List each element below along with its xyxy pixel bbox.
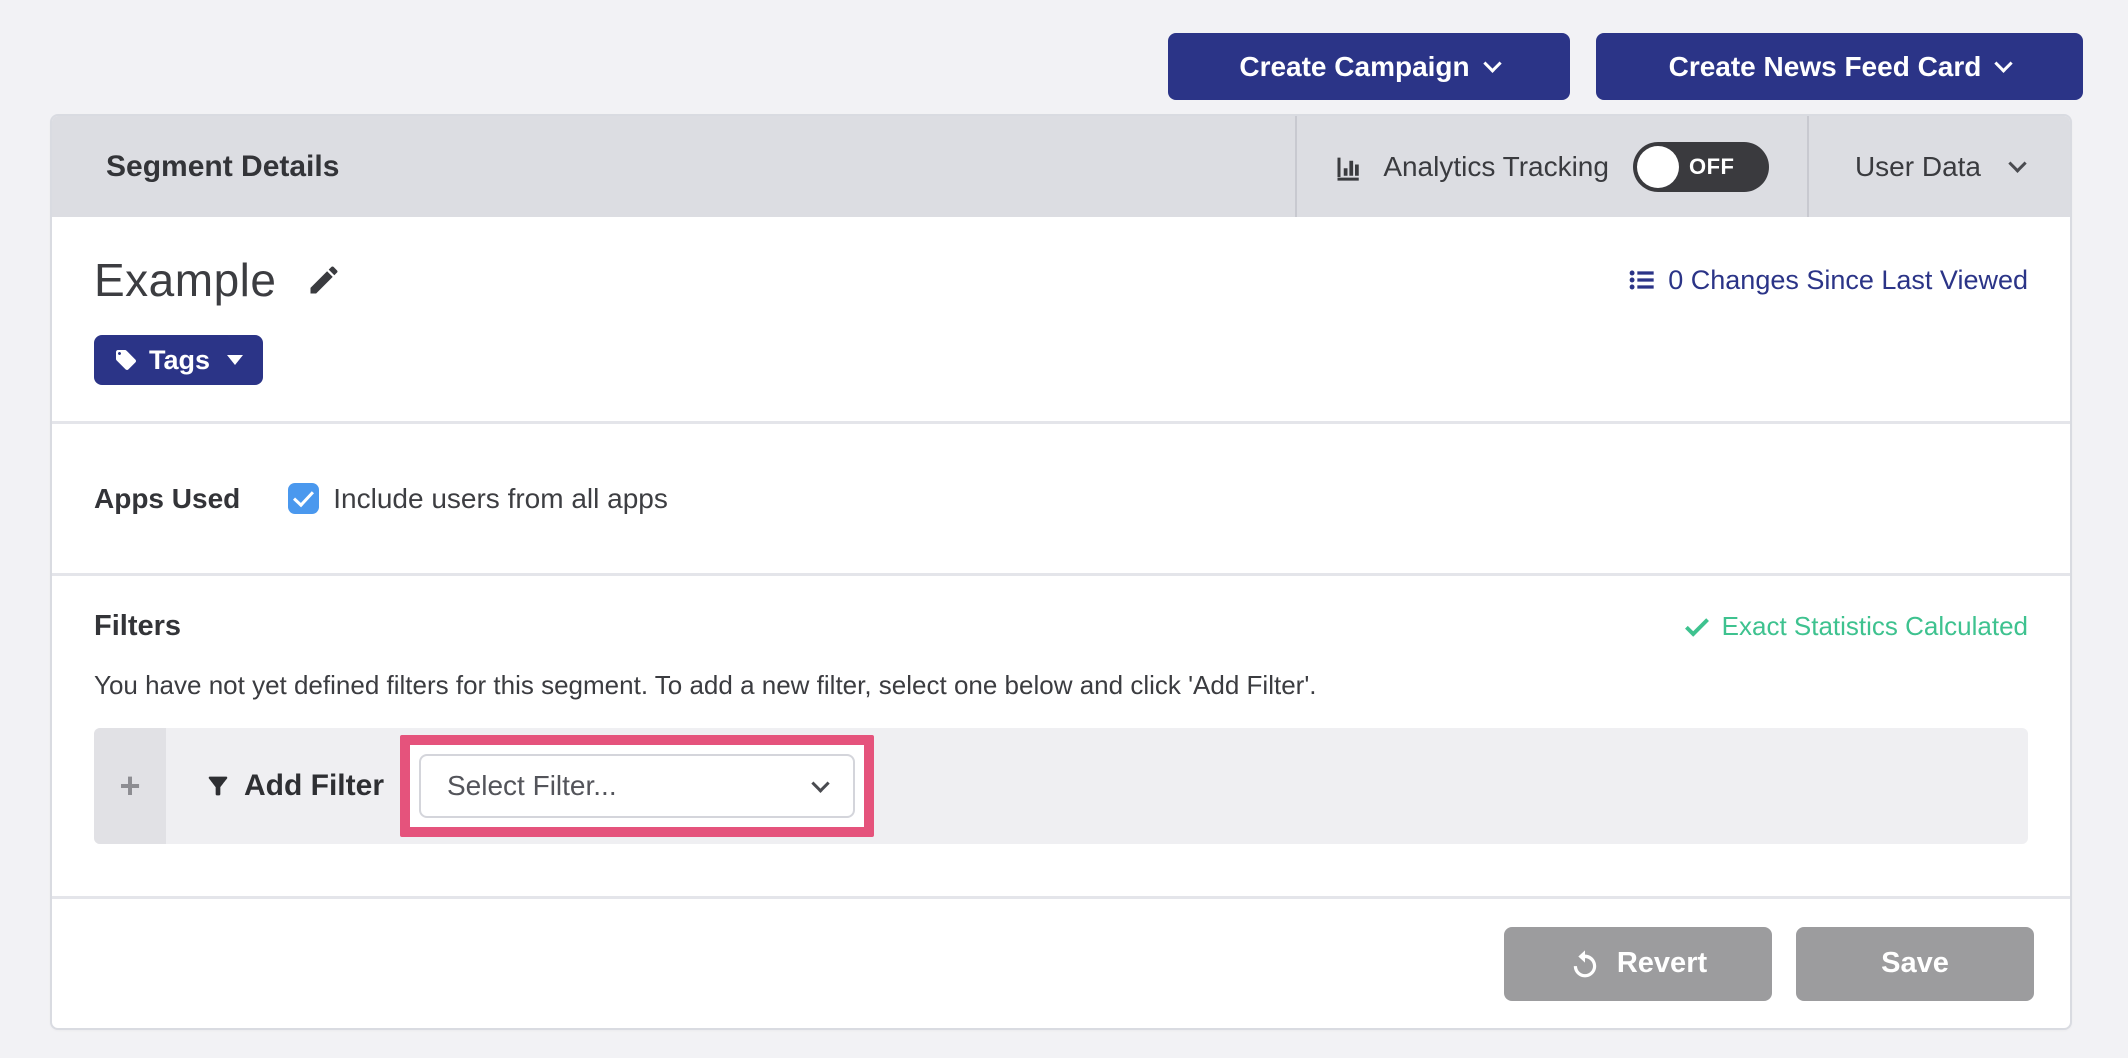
chevron-down-icon: [1483, 54, 1501, 72]
tag-icon: [114, 348, 138, 372]
save-button-label: Save: [1881, 947, 1949, 980]
create-campaign-label: Create Campaign: [1239, 51, 1469, 83]
select-filter-placeholder: Select Filter...: [447, 770, 617, 802]
segment-title-section: Example 0 Changes Since Last Viewed: [52, 217, 2070, 424]
include-all-apps-label: Include users from all apps: [333, 483, 668, 515]
add-filter-row: + Add Filter Select Filter...: [94, 728, 2028, 844]
apps-used-label: Apps Used: [94, 483, 240, 515]
edit-pencil-icon[interactable]: [306, 262, 342, 298]
create-campaign-button[interactable]: Create Campaign: [1168, 33, 1570, 100]
segment-name: Example: [94, 253, 276, 307]
revert-button-label: Revert: [1617, 947, 1707, 980]
changes-since-last-viewed-link[interactable]: 0 Changes Since Last Viewed: [1628, 265, 2028, 296]
caret-down-icon: [227, 355, 243, 365]
filters-section: Filters Exact Statistics Calculated You …: [52, 576, 2070, 899]
toggle-knob: [1637, 146, 1679, 188]
save-button[interactable]: Save: [1796, 927, 2034, 1001]
chevron-down-icon: [811, 774, 829, 792]
analytics-tracking-section: Analytics Tracking OFF: [1295, 116, 1807, 217]
add-filter-label-group: Add Filter: [204, 769, 384, 803]
analytics-tracking-label: Analytics Tracking: [1383, 151, 1609, 183]
user-data-dropdown[interactable]: User Data: [1807, 116, 2070, 217]
card-footer: Revert Save: [52, 899, 2070, 1028]
add-filter-label: Add Filter: [244, 769, 384, 803]
card-header: Segment Details Analytics Tracking OFF U…: [52, 116, 2070, 217]
chevron-down-icon: [2008, 154, 2026, 172]
select-filter-dropdown[interactable]: Select Filter...: [419, 754, 855, 818]
filter-funnel-icon: [204, 772, 232, 800]
top-action-bar: Create Campaign Create News Feed Card: [1168, 33, 2083, 100]
segment-details-card: Segment Details Analytics Tracking OFF U…: [50, 114, 2072, 1030]
page-title: Segment Details: [52, 150, 1295, 184]
analytics-tracking-toggle[interactable]: OFF: [1633, 142, 1769, 192]
select-filter-highlight: Select Filter...: [400, 735, 874, 837]
check-icon: [1684, 614, 1710, 640]
add-filter-row-button[interactable]: +: [94, 728, 166, 844]
toggle-state-label: OFF: [1689, 154, 1735, 180]
filters-heading: Filters: [94, 610, 1684, 643]
tags-button[interactable]: Tags: [94, 335, 263, 385]
create-news-feed-card-button[interactable]: Create News Feed Card: [1596, 33, 2083, 100]
revert-undo-icon: [1569, 948, 1601, 980]
exact-statistics-badge: Exact Statistics Calculated: [1684, 611, 2028, 642]
chevron-down-icon: [1995, 54, 2013, 72]
include-all-apps-checkbox[interactable]: [288, 483, 319, 514]
tags-button-label: Tags: [149, 345, 210, 376]
bar-chart-icon: [1335, 152, 1365, 182]
filters-empty-message: You have not yet defined filters for thi…: [94, 670, 2028, 701]
user-data-label: User Data: [1855, 151, 1981, 183]
create-news-feed-card-label: Create News Feed Card: [1669, 51, 1982, 83]
exact-statistics-label: Exact Statistics Calculated: [1722, 611, 2028, 642]
changes-link-label: 0 Changes Since Last Viewed: [1668, 265, 2028, 296]
revert-button[interactable]: Revert: [1504, 927, 1772, 1001]
apps-used-section: Apps Used Include users from all apps: [52, 424, 2070, 576]
list-icon: [1628, 266, 1656, 294]
